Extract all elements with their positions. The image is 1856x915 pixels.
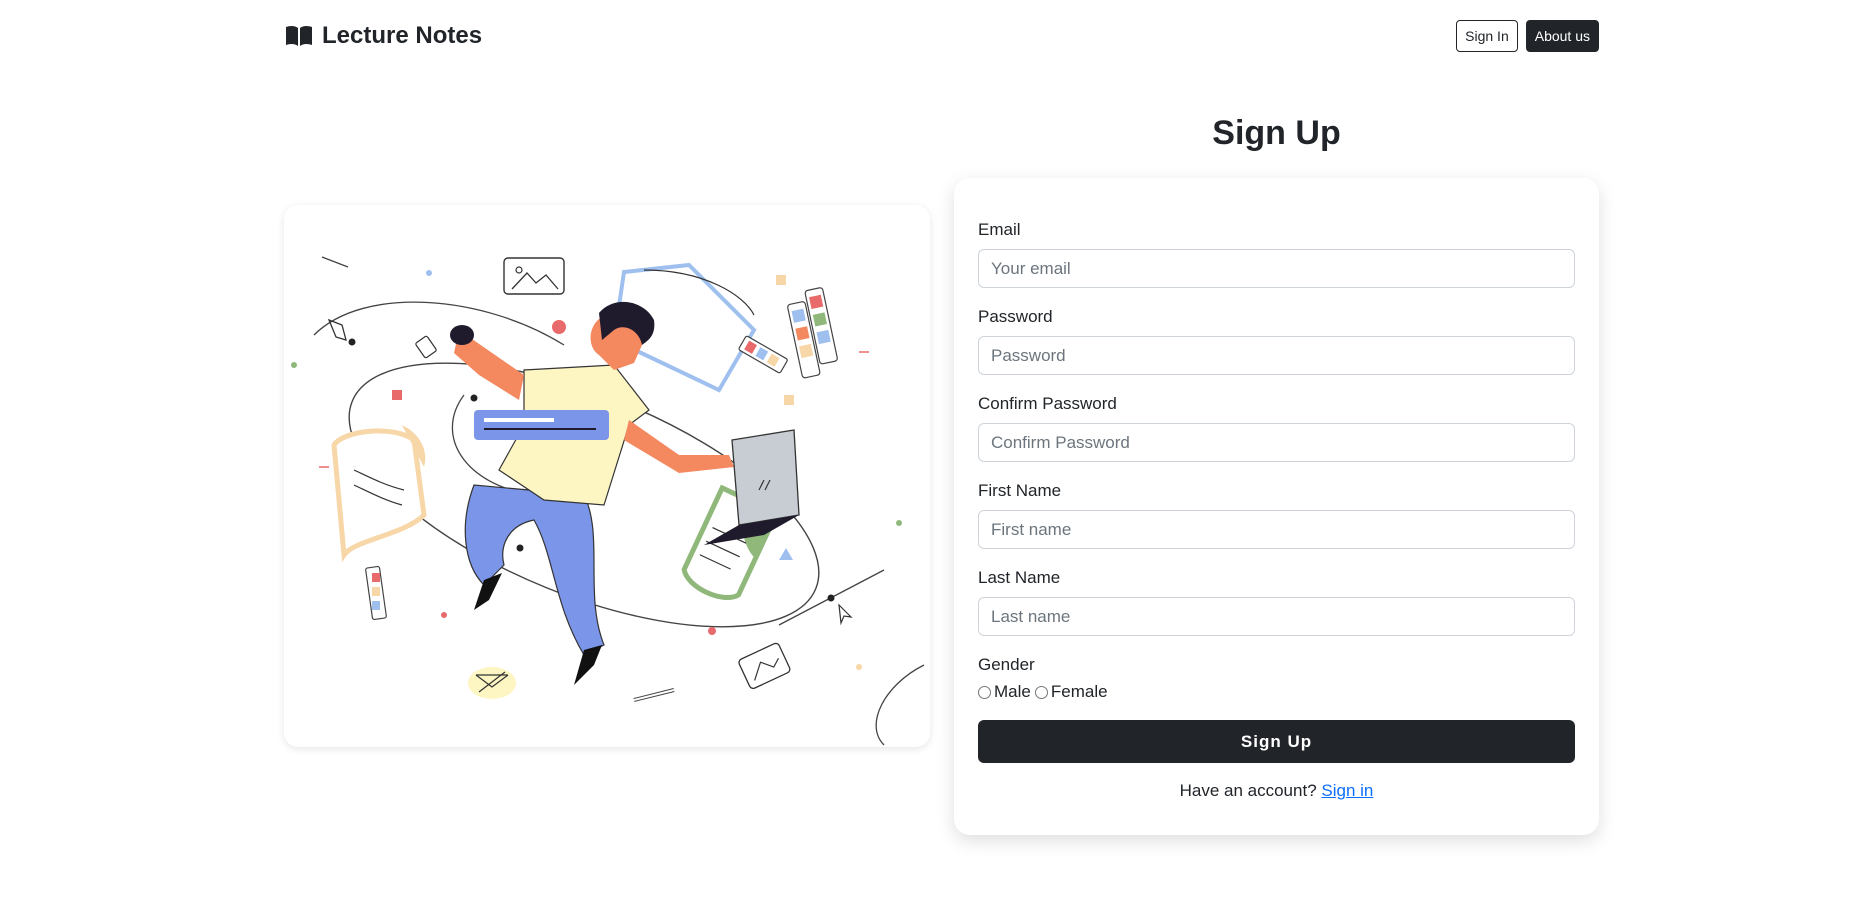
confirm-password-field[interactable]: [978, 423, 1575, 462]
brand-name: Lecture Notes: [322, 22, 483, 49]
password-field[interactable]: [978, 336, 1575, 375]
first-name-field[interactable]: [978, 510, 1575, 549]
female-radio-label[interactable]: Female: [1051, 682, 1108, 702]
last-name-field[interactable]: [978, 597, 1575, 636]
last-name-label: Last Name: [978, 568, 1061, 587]
nav-about-button[interactable]: About us: [1525, 20, 1599, 52]
confirm-password-label: Confirm Password: [978, 394, 1117, 413]
nav-sign-in-button[interactable]: Sign In: [1456, 20, 1518, 52]
signup-form: Email Password Confirm Password First Na…: [954, 178, 1599, 835]
password-label: Password: [978, 307, 1053, 326]
open-book-icon: [284, 24, 314, 48]
sign-in-link[interactable]: Sign in: [1321, 781, 1373, 800]
male-radio[interactable]: [978, 685, 991, 699]
sign-up-button[interactable]: Sign Up: [978, 720, 1575, 763]
first-name-label: First Name: [978, 481, 1062, 500]
signin-prompt: Have an account? Sign in: [978, 781, 1575, 801]
email-label: Email: [978, 220, 1021, 239]
email-field[interactable]: [978, 249, 1575, 288]
nav-buttons: Sign In About us: [1456, 20, 1599, 52]
navbar: Lecture Notes Sign In About us: [284, 18, 1599, 54]
hero-illustration: [291, 256, 925, 746]
gender-options: Male Female: [978, 682, 1575, 702]
page-title: Sign Up: [1212, 114, 1341, 152]
brand[interactable]: Lecture Notes: [284, 22, 482, 50]
gender-label: Gender: [978, 655, 1035, 674]
signin-prompt-text: Have an account?: [1179, 781, 1317, 800]
illustration-card: [284, 205, 930, 747]
female-radio[interactable]: [1034, 685, 1048, 699]
male-radio-label[interactable]: Male: [994, 682, 1031, 702]
